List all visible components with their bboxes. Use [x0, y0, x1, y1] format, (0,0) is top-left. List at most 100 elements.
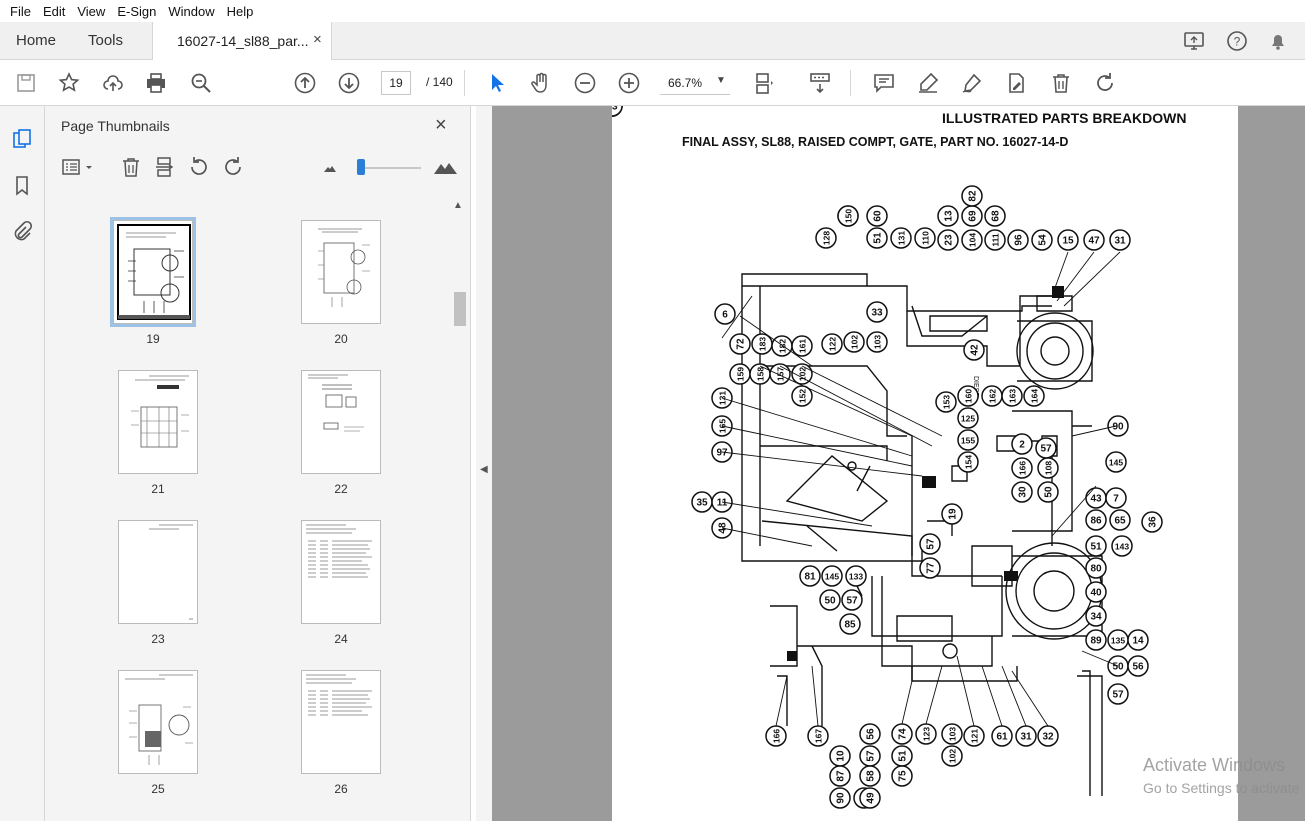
svg-text:?: ? [1234, 35, 1241, 49]
document-viewer[interactable]: ILLUSTRATED PARTS BREAKDOWN FINAL ASSY, … [492, 106, 1305, 821]
scroll-mode-icon[interactable] [808, 71, 832, 95]
callout-label: 164 [1030, 389, 1040, 403]
menu-esign[interactable]: E-Sign [111, 4, 162, 19]
delete-pages-icon[interactable] [120, 156, 142, 178]
cloud-upload-icon[interactable] [101, 71, 125, 95]
callout-label: 31 [1114, 236, 1126, 247]
comment-icon[interactable] [872, 71, 896, 95]
callout-label: 89 [1090, 636, 1102, 647]
thumbnail-preview [118, 670, 198, 774]
zoom-level-select[interactable]: 66.7% ▼ [660, 71, 730, 95]
notification-bell-icon[interactable] [1267, 30, 1289, 52]
page-fit-icon[interactable] [752, 71, 776, 95]
thumbnail-size-slider[interactable] [361, 167, 421, 169]
callout-label: 135 [1111, 636, 1125, 646]
callout-label: 160 [964, 389, 974, 403]
tab-home[interactable]: Home [16, 32, 56, 49]
thumbnail-page-number: 21 [151, 482, 165, 496]
print-icon[interactable] [144, 71, 168, 95]
tab-tools[interactable]: Tools [88, 32, 123, 49]
rotate-clockwise-icon[interactable] [222, 156, 244, 178]
callout-label: 49 [866, 792, 877, 804]
wheels [847, 312, 1103, 659]
zoom-out-icon[interactable] [573, 71, 597, 95]
leader-line [1063, 251, 1121, 307]
callout-label: 103 [948, 727, 958, 741]
callout-label: 33 [871, 308, 883, 319]
callout-label: 6 [722, 310, 728, 321]
attachments-paperclip-icon[interactable] [11, 220, 33, 242]
tab-close-icon[interactable]: × [313, 31, 322, 48]
callout-label: 57 [866, 750, 877, 762]
find-zoom-icon[interactable] [189, 71, 213, 95]
callout-label: 161 [798, 339, 808, 353]
document-page: ILLUSTRATED PARTS BREAKDOWN FINAL ASSY, … [612, 106, 1238, 821]
menu-bar: File Edit View E-Sign Window Help [0, 0, 1305, 22]
tab-document[interactable]: 16027-14_sl88_par... × [152, 22, 332, 60]
panel-close-icon[interactable]: × [435, 114, 447, 137]
thumbnail-scrollbar[interactable]: ▲ [451, 200, 467, 821]
scrollbar-thumb[interactable] [454, 292, 466, 326]
help-icon[interactable]: ? [1226, 30, 1248, 52]
delete-trash-icon[interactable] [1049, 71, 1073, 95]
toolbar-divider [850, 70, 851, 96]
callout-label: 57 [926, 538, 937, 550]
callout-label: 19 [948, 508, 959, 520]
sign-pen-icon[interactable] [960, 71, 984, 95]
activate-windows-title: Activate Windows [1143, 755, 1286, 775]
panel-collapse-handle[interactable]: ◀ [476, 106, 492, 821]
rotate-clockwise-icon[interactable] [1093, 71, 1117, 95]
hand-tool-icon[interactable] [529, 71, 553, 95]
callout-label: 145 [825, 572, 839, 582]
share-screen-icon[interactable] [1183, 30, 1205, 52]
callout-label: 104 [968, 233, 978, 247]
menu-view[interactable]: View [71, 4, 111, 19]
large-thumbnail-mountain-icon[interactable] [433, 156, 459, 178]
callout-label: 69 [968, 210, 979, 222]
previous-page-icon[interactable] [293, 71, 317, 95]
callout-label: 131 [897, 231, 907, 245]
next-page-icon[interactable] [337, 71, 361, 95]
callout-label: 51 [1090, 542, 1102, 553]
thumbnail-size-slider-handle[interactable] [357, 159, 365, 175]
rotate-counterclockwise-icon[interactable] [188, 156, 210, 178]
callout-label: 102 [948, 749, 958, 763]
callout-label: 34 [1090, 612, 1102, 623]
bookmarks-icon[interactable] [11, 174, 33, 196]
callout-label: 96 [1014, 234, 1025, 246]
highlight-pen-icon[interactable] [916, 71, 940, 95]
callout-label: 83 [612, 106, 618, 113]
thumbnail-page-number: 23 [151, 632, 165, 646]
scroll-up-icon[interactable]: ▲ [453, 200, 463, 211]
chevron-down-icon: ▼ [716, 75, 726, 86]
page-number-input[interactable]: 19 [381, 71, 411, 95]
thumbnail-preview [301, 670, 381, 774]
save-icon[interactable] [14, 71, 38, 95]
edit-pdf-icon[interactable] [1004, 71, 1028, 95]
menu-help[interactable]: Help [221, 4, 260, 19]
menu-edit[interactable]: Edit [37, 4, 71, 19]
select-cursor-icon[interactable] [485, 71, 509, 95]
menu-file[interactable]: File [4, 4, 37, 19]
callout-label: 65 [1114, 516, 1126, 527]
leader-line [759, 365, 913, 437]
callout-label: 14 [1132, 636, 1144, 647]
callout-label: 30 [1018, 486, 1029, 498]
thumbnail-preview [110, 217, 196, 327]
callout-label: 50 [1112, 662, 1124, 673]
small-thumbnail-mountain-icon[interactable] [319, 156, 341, 178]
insert-pages-icon[interactable] [154, 156, 176, 178]
zoom-in-icon[interactable] [617, 71, 641, 95]
leader-line [1011, 670, 1049, 727]
callout-label: 110 [921, 231, 931, 245]
leader-line [721, 501, 873, 527]
callout-label: 111 [991, 233, 1001, 247]
bookmark-star-icon[interactable] [57, 71, 81, 95]
thumbnail-options-icon[interactable] [61, 156, 95, 178]
callout-label: 42 [970, 344, 981, 356]
menu-window[interactable]: Window [162, 4, 220, 19]
leader-line [1001, 665, 1027, 727]
page-thumbnails-icon[interactable] [11, 128, 33, 150]
callout-label: 122 [828, 337, 838, 351]
callout-label: 153 [942, 395, 952, 409]
